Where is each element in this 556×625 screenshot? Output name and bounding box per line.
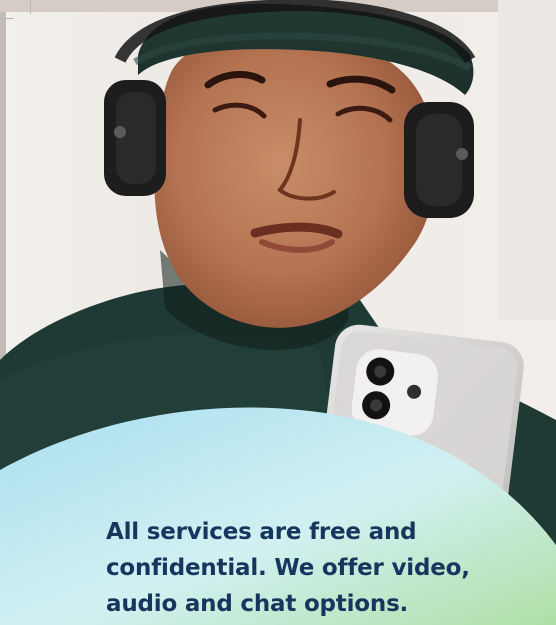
crop-mark-vertical: [30, 0, 31, 14]
crop-mark-horizontal: [0, 18, 14, 19]
hero-banner: All services are free and confidential. …: [0, 0, 556, 625]
hero-headline: All services are free and confidential. …: [106, 519, 470, 617]
